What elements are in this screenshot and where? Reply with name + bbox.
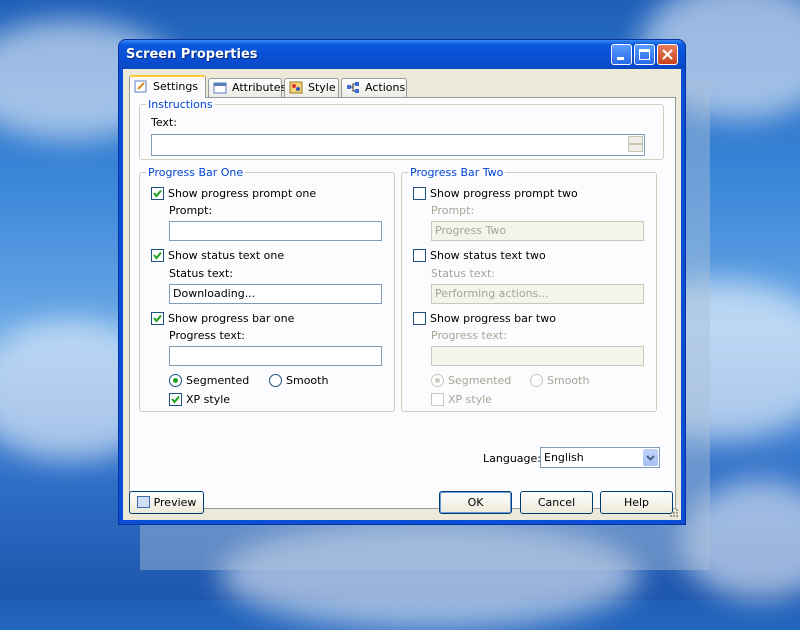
status-one-input[interactable]: Downloading... bbox=[169, 284, 382, 304]
tab-style[interactable]: Style bbox=[284, 78, 339, 97]
show-bar-two-label: Show progress bar two bbox=[430, 312, 556, 325]
tab-attributes[interactable]: Attributes bbox=[208, 78, 286, 97]
status-two-input: Performing actions... bbox=[431, 284, 644, 304]
progress-text-one-input[interactable] bbox=[169, 346, 382, 366]
window-icon bbox=[213, 82, 227, 94]
title-bar[interactable]: Screen Properties bbox=[119, 40, 685, 69]
progress-bar-two-group: Progress Bar Two Show progress prompt tw… bbox=[401, 166, 657, 412]
checkmark-icon bbox=[153, 189, 162, 198]
scroll-down-arrow[interactable] bbox=[628, 144, 643, 152]
text-scroll-spinner[interactable] bbox=[628, 136, 643, 152]
preview-icon bbox=[136, 496, 150, 508]
instructions-text-input[interactable] bbox=[151, 134, 645, 156]
show-status-one-label: Show status text one bbox=[168, 249, 285, 262]
pencil-note-icon bbox=[134, 80, 147, 93]
ok-button[interactable]: OK bbox=[439, 491, 512, 514]
palette-icon bbox=[289, 81, 303, 94]
status-two-label: Status text: bbox=[431, 267, 495, 280]
instructions-text-label: Text: bbox=[151, 116, 177, 129]
tab-actions[interactable]: Actions bbox=[341, 78, 407, 97]
show-prompt-one-checkbox[interactable] bbox=[151, 187, 164, 200]
checkmark-icon bbox=[153, 314, 162, 323]
show-prompt-two-checkbox[interactable] bbox=[413, 187, 426, 200]
scroll-up-arrow[interactable] bbox=[628, 136, 643, 144]
language-value: English bbox=[544, 451, 584, 464]
maximize-button[interactable] bbox=[634, 44, 655, 65]
segmented-one-label: Segmented bbox=[186, 374, 250, 387]
instructions-legend: Instructions bbox=[148, 98, 213, 111]
xp-style-two-label: XP style bbox=[448, 393, 493, 406]
tab-style-label: Style bbox=[308, 81, 336, 94]
resize-grip-icon[interactable] bbox=[669, 508, 679, 518]
radio-selected-dot bbox=[173, 378, 178, 383]
show-status-one-checkbox[interactable] bbox=[151, 249, 164, 262]
close-button[interactable] bbox=[657, 44, 678, 65]
minimize-icon bbox=[617, 57, 624, 60]
show-prompt-one-label: Show progress prompt one bbox=[168, 187, 317, 200]
show-bar-one-label: Show progress bar one bbox=[168, 312, 295, 325]
xp-style-one-label: XP style bbox=[186, 393, 231, 406]
prompt-two-label: Prompt: bbox=[431, 204, 475, 217]
language-label: Language: bbox=[483, 452, 541, 465]
cancel-button[interactable]: Cancel bbox=[520, 491, 593, 514]
smooth-two-label: Smooth bbox=[547, 374, 590, 387]
preview-label: Preview bbox=[153, 496, 197, 509]
xp-style-one-checkbox[interactable] bbox=[169, 393, 182, 406]
prompt-one-label: Prompt: bbox=[169, 204, 213, 217]
preview-button[interactable]: Preview bbox=[129, 491, 204, 514]
tab-settings-label: Settings bbox=[153, 80, 199, 93]
minimize-button[interactable] bbox=[611, 44, 632, 65]
show-status-two-checkbox[interactable] bbox=[413, 249, 426, 262]
progress-bar-two-legend: Progress Bar Two bbox=[410, 166, 504, 179]
status-one-label: Status text: bbox=[169, 267, 233, 280]
show-status-two-label: Show status text two bbox=[430, 249, 546, 262]
flow-icon bbox=[347, 82, 359, 93]
smooth-two-radio bbox=[530, 374, 543, 387]
progress-bar-one-legend: Progress Bar One bbox=[148, 166, 244, 179]
checkmark-icon bbox=[171, 395, 180, 404]
language-select[interactable]: English bbox=[540, 447, 660, 468]
checkmark-icon bbox=[153, 251, 162, 260]
progress-text-two-input bbox=[431, 346, 644, 366]
show-bar-two-checkbox[interactable] bbox=[413, 312, 426, 325]
maximize-icon bbox=[639, 49, 650, 60]
settings-panel: Instructions Text: Progress Bar One Show… bbox=[129, 97, 676, 509]
instructions-group: Instructions Text: bbox=[139, 98, 664, 160]
progress-text-one-label: Progress text: bbox=[169, 329, 245, 342]
dialog-client-area: Settings Attributes Style Actions Instru… bbox=[123, 69, 681, 520]
segmented-one-radio[interactable] bbox=[169, 374, 182, 387]
chevron-down-icon[interactable] bbox=[643, 449, 658, 466]
screen-properties-dialog: Screen Properties Settings Attributes St… bbox=[119, 40, 685, 524]
smooth-one-radio[interactable] bbox=[269, 374, 282, 387]
show-bar-one-checkbox[interactable] bbox=[151, 312, 164, 325]
show-prompt-two-label: Show progress prompt two bbox=[430, 187, 578, 200]
window-title: Screen Properties bbox=[126, 47, 258, 62]
radio-selected-dot bbox=[435, 378, 440, 383]
segmented-two-label: Segmented bbox=[448, 374, 512, 387]
prompt-one-input[interactable] bbox=[169, 221, 382, 241]
xp-style-two-checkbox bbox=[431, 393, 444, 406]
segmented-two-radio bbox=[431, 374, 444, 387]
tab-settings[interactable]: Settings bbox=[129, 75, 206, 98]
tab-attributes-label: Attributes bbox=[232, 81, 287, 94]
tab-actions-label: Actions bbox=[365, 81, 406, 94]
progress-bar-one-group: Progress Bar One Show progress prompt on… bbox=[139, 166, 395, 412]
close-icon bbox=[662, 49, 673, 60]
prompt-two-input: Progress Two bbox=[431, 221, 644, 241]
progress-text-two-label: Progress text: bbox=[431, 329, 507, 342]
help-button[interactable]: Help bbox=[600, 491, 673, 514]
smooth-one-label: Smooth bbox=[286, 374, 329, 387]
